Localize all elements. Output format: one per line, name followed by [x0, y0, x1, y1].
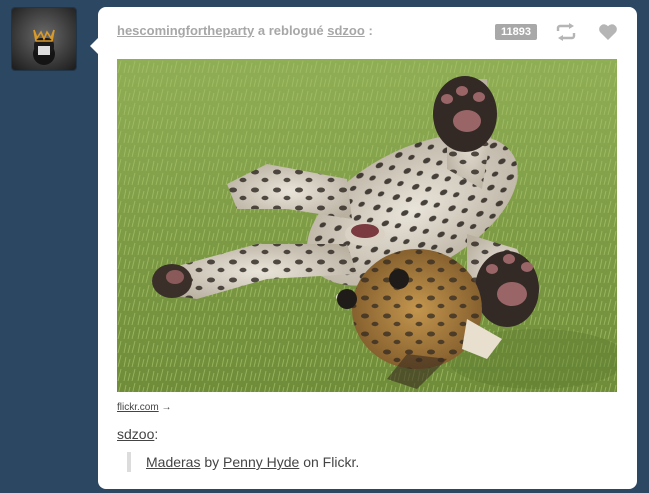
- arrow-icon: →: [161, 402, 172, 413]
- blog-avatar[interactable]: [12, 8, 76, 70]
- reblog-attribution: sdzoo:: [117, 426, 158, 442]
- heart-icon[interactable]: [598, 23, 618, 41]
- source-blog-link[interactable]: sdzoo: [327, 23, 365, 38]
- post-pointer: [90, 38, 98, 54]
- post-card: hescomingfortheparty a reblogué sdzoo : …: [90, 7, 637, 489]
- on-flickr-text: on Flickr.: [303, 454, 360, 470]
- photo-author-link[interactable]: Penny Hyde: [223, 454, 299, 470]
- photo-source: flickr.com →: [117, 402, 171, 413]
- notes-count-badge[interactable]: 11893: [495, 24, 537, 40]
- reblog-icon[interactable]: [555, 23, 577, 41]
- reblog-phrase: a reblogué: [257, 23, 324, 38]
- post-photo[interactable]: [117, 59, 617, 392]
- reblogger-link[interactable]: hescomingfortheparty: [117, 23, 254, 38]
- reblog-author-separator: :: [154, 426, 159, 442]
- header-separator: :: [368, 23, 373, 38]
- post-header: hescomingfortheparty a reblogué sdzoo :: [117, 23, 617, 43]
- photo-title-link[interactable]: Maderas: [146, 454, 200, 470]
- blockquote: Maderas by Penny Hyde on Flickr.: [127, 452, 359, 472]
- reblog-author-link[interactable]: sdzoo: [117, 426, 154, 442]
- by-text: by: [204, 454, 220, 470]
- flickr-link[interactable]: flickr.com: [117, 402, 159, 413]
